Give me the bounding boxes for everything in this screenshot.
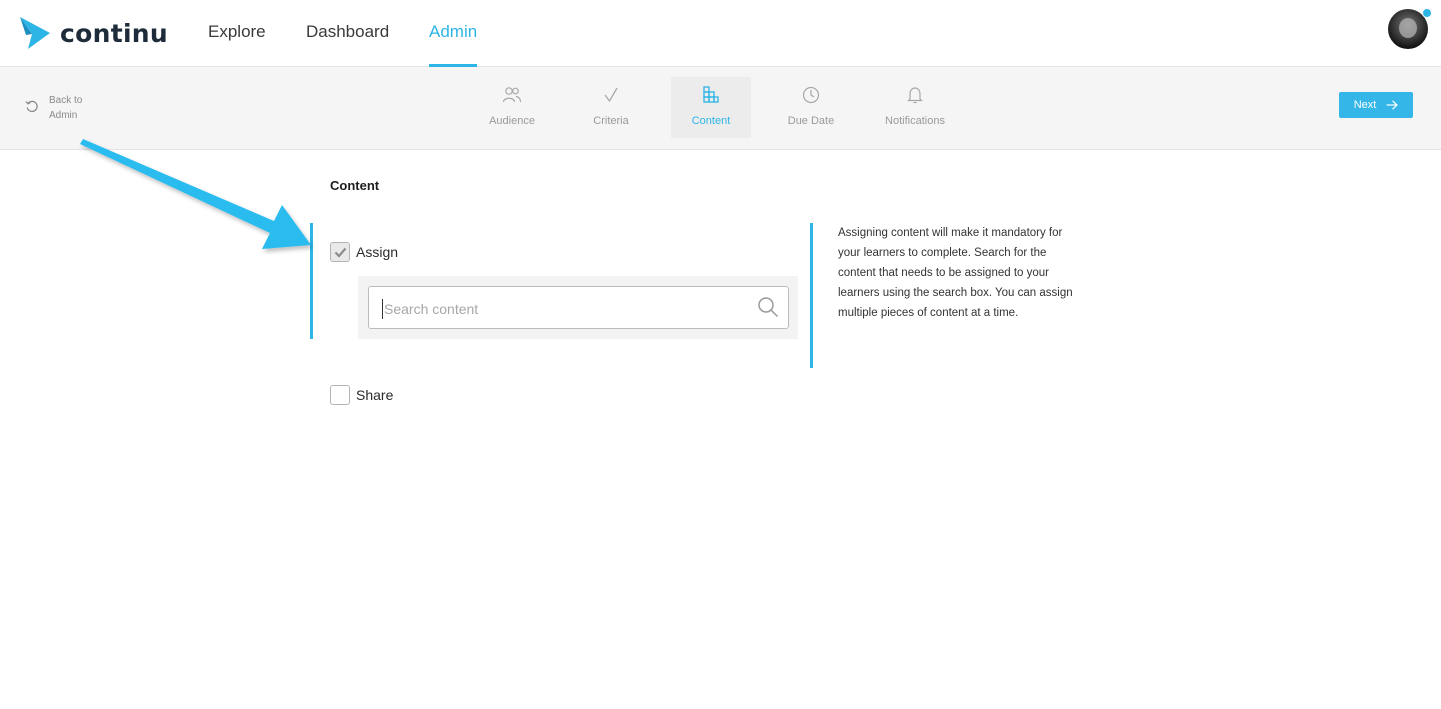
share-label: Share: [356, 387, 394, 403]
checkmark-icon: [604, 87, 618, 103]
step-due-date[interactable]: Due Date: [771, 77, 851, 138]
next-label: Next: [1353, 99, 1377, 111]
step-label: Audience: [489, 115, 535, 127]
step-label: Criteria: [593, 115, 629, 127]
continu-logo[interactable]: continu: [20, 16, 168, 50]
brand-name: continu: [60, 18, 169, 48]
section-title: Content: [330, 178, 380, 193]
search-box: [368, 286, 789, 329]
annotation-arrow-icon: [80, 139, 311, 249]
nav-admin[interactable]: Admin: [429, 22, 477, 42]
next-button[interactable]: Next: [1339, 92, 1413, 118]
step-content[interactable]: Content: [671, 77, 751, 138]
step-notifications[interactable]: Notifications: [871, 77, 959, 138]
search-container: [358, 276, 798, 339]
nav-dashboard[interactable]: Dashboard: [306, 22, 389, 42]
step-criteria[interactable]: Criteria: [571, 77, 651, 138]
step-audience[interactable]: Audience: [472, 77, 552, 138]
back-to-admin-button[interactable]: Back to Admin: [25, 93, 89, 123]
help-text: Assigning content will make it mandatory…: [838, 227, 1073, 319]
step-label: Content: [691, 115, 731, 127]
nav-explore[interactable]: Explore: [208, 22, 266, 42]
check-icon: [334, 247, 347, 258]
content-icon: [703, 86, 719, 103]
logo-arrow-icon: [20, 17, 50, 49]
search-input[interactable]: [382, 299, 742, 319]
back-label: Back to Admin: [49, 95, 83, 121]
step-label: Due Date: [787, 115, 835, 127]
clock-icon: [802, 86, 820, 104]
top-navbar: continu Explore Dashboard Admin: [0, 0, 1441, 67]
share-checkbox[interactable]: [330, 385, 350, 405]
notification-dot: [1422, 8, 1432, 18]
arrow-right-icon: [1386, 100, 1399, 110]
undo-icon: [25, 100, 38, 113]
assign-label: Assign: [356, 244, 399, 260]
bell-icon: [907, 87, 923, 104]
help-accent-bar: [810, 223, 813, 368]
users-icon: [502, 87, 522, 103]
search-icon[interactable]: [757, 296, 779, 318]
assign-checkbox[interactable]: [330, 242, 350, 262]
step-label: Notifications: [885, 115, 945, 127]
